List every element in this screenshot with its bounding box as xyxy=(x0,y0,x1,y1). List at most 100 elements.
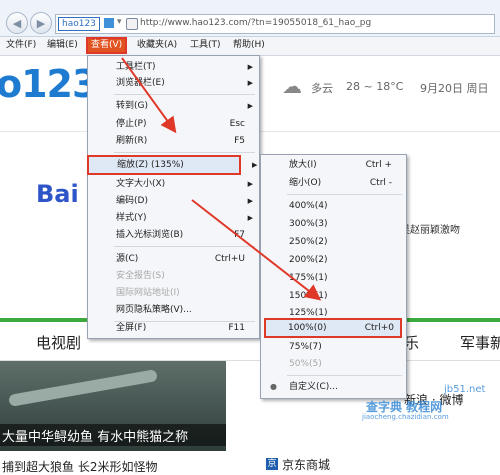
menu-item-label: 200%(2) xyxy=(289,255,328,265)
submenu-arrow-icon: ▶ xyxy=(252,161,258,169)
zoom-in-item[interactable]: 放大(I) Ctrl + xyxy=(261,157,406,173)
zoom-submenu: 放大(I) Ctrl + 缩小(O) Ctrl - 400%(4) 300%(3) … xyxy=(260,154,407,399)
menu-edit[interactable]: 编辑(E) xyxy=(47,39,78,52)
menu-item-toolbars[interactable]: 工具栏(T) ▶ xyxy=(88,59,259,75)
baidu-logo[interactable]: Bai xyxy=(36,180,79,208)
menu-item-label: 缩小(O) xyxy=(289,178,322,188)
menu-item-label: 编码(D) xyxy=(116,196,148,206)
news-caption[interactable]: 大量中华鲟幼鱼 有水中熊猫之称 xyxy=(2,426,188,445)
menu-item-label: 停止(P) xyxy=(116,119,147,129)
menu-favorites[interactable]: 收藏夹(A) xyxy=(137,39,177,52)
menu-item-label: 175%(1) xyxy=(289,273,328,283)
submenu-arrow-icon: ▶ xyxy=(247,214,253,222)
view-menu: 工具栏(T) ▶ 浏览器栏(E) ▶ 转到(G) ▶ 停止(P) Esc 刷新(R) F5… xyxy=(87,55,260,339)
menu-item-label: 125%(1) xyxy=(289,308,328,318)
jd-icon: 京 xyxy=(266,458,278,470)
menu-item-label: 250%(2) xyxy=(289,237,328,247)
menu-item-label: 工具栏(T) xyxy=(116,62,156,72)
menu-file[interactable]: 文件(F) xyxy=(6,39,36,52)
zoom-125-item[interactable]: 125%(1) xyxy=(261,305,406,321)
back-arrow-icon[interactable]: ◀ xyxy=(6,12,28,34)
menu-item-stop[interactable]: 停止(P) Esc xyxy=(88,116,259,132)
menu-item-zoom[interactable]: 缩放(Z) (135%) xyxy=(87,155,241,175)
menu-item-refresh[interactable]: 刷新(R) F5 xyxy=(88,133,259,149)
menu-separator xyxy=(114,152,255,153)
date-text: 9月20日 周日 xyxy=(420,82,489,95)
zoom-250-item[interactable]: 250%(2) xyxy=(261,234,406,250)
watermark-site: jb51.net xyxy=(444,384,486,395)
zoom-150-item[interactable]: 150%(1) xyxy=(261,288,406,304)
dropdown-icon[interactable]: ▾ xyxy=(117,17,122,27)
menu-bar: 文件(F) 编辑(E) 查看(V) 收藏夹(A) 工具(T) 帮助(H) xyxy=(0,37,500,56)
zoom-75-item[interactable]: 75%(7) xyxy=(261,339,406,355)
site-badge: hao123 xyxy=(58,17,100,31)
menu-item-label: 安全报告(S) xyxy=(116,271,165,281)
menu-help[interactable]: 帮助(H) xyxy=(233,39,265,52)
menu-item-label: 放大(I) xyxy=(289,160,317,170)
menu-item-shortcut: F7 xyxy=(234,230,245,240)
menu-item-shortcut: Ctrl+0 xyxy=(364,323,394,333)
menu-item-security-report: 安全报告(S) xyxy=(88,268,259,284)
menu-item-shortcut: Ctrl - xyxy=(369,178,392,188)
weather-text: 多云 xyxy=(311,82,333,95)
menu-item-label: 自定义(C)... xyxy=(289,382,338,392)
jd-link[interactable]: 京东商城 xyxy=(282,456,330,473)
zoom-out-item[interactable]: 缩小(O) Ctrl - xyxy=(261,175,406,191)
temperature-text: 28 ~ 18°C xyxy=(346,80,404,93)
menu-item-label: 文字大小(X) xyxy=(116,179,166,189)
browser-toolbar: ◀ ▶ hao123 ▾ http://www.hao123.com/?tn=1… xyxy=(0,0,500,37)
menu-item-label: 75%(7) xyxy=(289,342,322,352)
forward-arrow-icon[interactable]: ▶ xyxy=(30,12,52,34)
menu-separator xyxy=(114,94,255,95)
menu-item-caret-browsing[interactable]: 插入光标浏览(B) F7 xyxy=(88,227,259,243)
menu-item-label: 全屏(F) xyxy=(116,323,147,333)
menu-item-label: 网页隐私策略(V)... xyxy=(116,305,192,315)
menu-item-shortcut: F5 xyxy=(234,136,245,146)
menu-item-style[interactable]: 样式(Y) ▶ xyxy=(88,210,259,226)
submenu-arrow-icon: ▶ xyxy=(247,79,253,87)
menu-item-label: 刷新(R) xyxy=(116,136,148,146)
menu-item-label: 缩放(Z) (135%) xyxy=(117,160,184,170)
menu-item-encoding[interactable]: 编码(D) ▶ xyxy=(88,193,259,209)
menu-item-label: 转到(G) xyxy=(116,101,148,111)
menu-item-shortcut: Ctrl + xyxy=(365,160,392,170)
url-text[interactable]: http://www.hao123.com/?tn=19055018_61_ha… xyxy=(140,18,371,28)
menu-view[interactable]: 查看(V) xyxy=(85,37,128,54)
zoom-400-item[interactable]: 400%(4) xyxy=(261,198,406,214)
zoom-custom-item[interactable]: ● 自定义(C)... xyxy=(261,379,406,395)
address-bar[interactable]: hao123 ▾ http://www.hao123.com/?tn=19055… xyxy=(55,14,495,34)
hot-news-link[interactable]: 吴赵丽颖激吻 xyxy=(400,221,460,236)
zoom-100-item[interactable]: 100%(0) Ctrl+0 xyxy=(264,318,402,338)
menu-separator xyxy=(287,375,402,376)
cloud-icon: ☁ xyxy=(282,74,302,98)
menu-item-shortcut: F11 xyxy=(228,323,245,333)
compat-view-icon[interactable] xyxy=(104,18,114,28)
submenu-arrow-icon: ▶ xyxy=(247,180,253,188)
menu-item-fullscreen[interactable]: 全屏(F) F11 xyxy=(88,320,259,336)
menu-separator xyxy=(114,246,255,247)
menu-item-explorer-bars[interactable]: 浏览器栏(E) ▶ xyxy=(88,75,259,91)
menu-item-label: 源(C) xyxy=(116,254,139,264)
menu-item-label: 浏览器栏(E) xyxy=(116,78,165,88)
menu-item-shortcut: Esc xyxy=(229,119,245,129)
menu-item-privacy-policy[interactable]: 网页隐私策略(V)... xyxy=(88,302,259,318)
menu-item-label: 插入光标浏览(B) xyxy=(116,230,184,240)
menu-item-shortcut: Ctrl+U xyxy=(214,254,245,264)
menu-item-label: 300%(3) xyxy=(289,219,328,229)
zoom-50-item: 50%(5) xyxy=(261,356,406,372)
menu-tools[interactable]: 工具(T) xyxy=(190,39,221,52)
zoom-300-item[interactable]: 300%(3) xyxy=(261,216,406,232)
menu-item-label: 400%(4) xyxy=(289,201,328,211)
zoom-175-item[interactable]: 175%(1) xyxy=(261,270,406,286)
zoom-200-item[interactable]: 200%(2) xyxy=(261,252,406,268)
menu-item-label: 50%(5) xyxy=(289,359,322,369)
page-icon xyxy=(126,18,138,30)
submenu-arrow-icon: ▶ xyxy=(247,63,253,71)
menu-item-label: 国际网站地址(I) xyxy=(116,288,180,298)
menu-item-goto[interactable]: 转到(G) ▶ xyxy=(88,98,259,114)
menu-item-text-size[interactable]: 文字大小(X) ▶ xyxy=(88,176,259,192)
hao123-logo[interactable]: o123 xyxy=(0,62,98,106)
menu-item-source[interactable]: 源(C) Ctrl+U xyxy=(88,251,259,267)
menu-item-intl-address: 国际网站地址(I) xyxy=(88,285,259,301)
news-link[interactable]: 捕到超大狼鱼 长2米形如怪物 xyxy=(2,458,157,475)
